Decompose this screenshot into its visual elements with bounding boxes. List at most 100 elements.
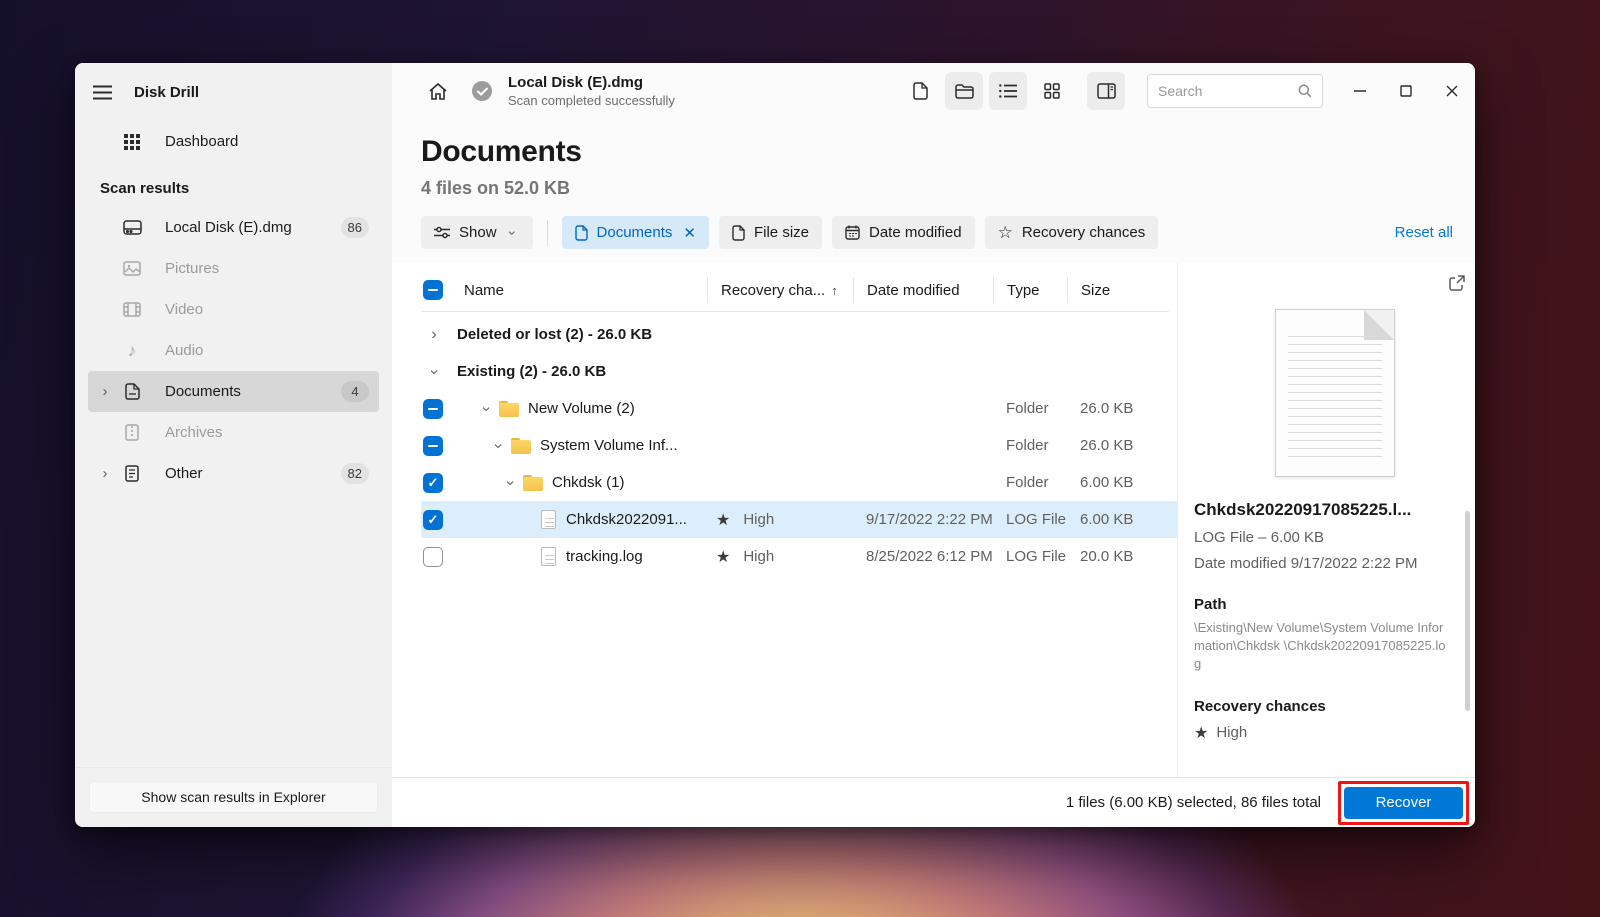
detail-type-size: LOG File – 6.00 KB — [1194, 529, 1325, 546]
file-table: Name Recovery cha... ↑ Date modified Typ… — [392, 263, 1177, 777]
detail-recovery-label: Recovery chances — [1194, 697, 1326, 715]
chevron-down-icon[interactable]: › — [478, 402, 495, 416]
folder-view-icon[interactable] — [945, 72, 983, 110]
filter-chip-file-size[interactable]: File size — [718, 216, 822, 249]
table-row[interactable]: › Deleted or lost (2) - 26.0 KB — [421, 316, 1177, 353]
sidebar-item-label: Audio — [165, 342, 204, 359]
show-in-explorer-button[interactable]: Show scan results in Explorer — [89, 781, 378, 813]
search-input[interactable] — [1158, 83, 1298, 99]
scan-subtitle: Scan completed successfully — [508, 92, 675, 108]
document-icon — [122, 383, 142, 400]
file-name: Chkdsk (1) — [552, 474, 625, 491]
home-icon[interactable] — [428, 82, 450, 101]
scan-title: Local Disk (E).dmg — [508, 74, 644, 92]
chevron-right-icon[interactable]: › — [98, 466, 112, 481]
star-icon: ★ — [1194, 724, 1209, 742]
column-header-date[interactable]: Date modified — [853, 277, 993, 303]
maximize-button[interactable] — [1383, 72, 1429, 110]
table-row[interactable]: › Chkdsk (1) Folder 6.00 KB — [421, 464, 1177, 501]
file-preview-thumbnail — [1274, 309, 1395, 477]
detail-recovery-value: ★ High — [1194, 723, 1475, 743]
document-icon — [732, 224, 745, 241]
file-view-icon[interactable] — [901, 72, 939, 110]
file-size: 6.00 KB — [1080, 511, 1134, 528]
filter-chip-recovery-chances[interactable]: ☆ Recovery chances — [984, 216, 1159, 249]
sidebar-item-label: Dashboard — [165, 133, 239, 150]
sidebar-item-pictures[interactable]: Pictures — [88, 248, 379, 289]
chevron-right-icon[interactable]: › — [427, 326, 441, 343]
recover-button[interactable]: Recover — [1344, 786, 1463, 819]
sidebar-item-audio[interactable]: ♪ Audio — [88, 330, 379, 371]
titlebar: Local Disk (E).dmg Scan completed succes… — [392, 63, 1475, 119]
file-type: Folder — [1006, 474, 1049, 491]
disk-drill-window: Disk Drill Dashboard Scan results Local … — [75, 63, 1475, 827]
list-view-icon[interactable] — [989, 72, 1027, 110]
file-name: System Volume Inf... — [540, 437, 678, 454]
calendar-icon — [845, 225, 860, 240]
chevron-down-icon[interactable]: › — [426, 365, 443, 379]
page-title: Documents — [421, 135, 582, 168]
show-filter-button[interactable]: Show › — [421, 216, 533, 249]
column-header-type[interactable]: Type — [993, 277, 1067, 303]
file-size: 6.00 KB — [1080, 474, 1134, 491]
chevron-down-icon[interactable]: › — [502, 476, 519, 490]
footer-bar: 1 files (6.00 KB) selected, 86 files tot… — [392, 777, 1475, 827]
preview-panel-icon[interactable] — [1087, 72, 1125, 110]
table-row[interactable]: tracking.log ★ High 8/25/2022 6:12 PM LO… — [421, 538, 1177, 575]
file-name: New Volume (2) — [528, 400, 635, 417]
column-header-size[interactable]: Size — [1067, 277, 1177, 303]
music-note-icon: ♪ — [127, 340, 137, 360]
filter-chip-documents[interactable]: Documents ✕ — [561, 216, 709, 249]
file-type: Folder — [1006, 400, 1049, 417]
details-panel: Chkdsk20220917085225.l... LOG File – 6.0… — [1177, 263, 1475, 777]
count-badge: 86 — [340, 217, 369, 238]
close-icon[interactable]: ✕ — [683, 224, 696, 242]
sidebar-bottom: Show scan results in Explorer — [75, 767, 392, 827]
filter-chip-date-modified[interactable]: Date modified — [832, 216, 975, 249]
sidebar-header: Disk Drill — [75, 63, 392, 115]
film-icon — [122, 302, 142, 317]
sidebar-item-dashboard[interactable]: Dashboard — [88, 121, 379, 162]
sidebar-item-label: Other — [165, 465, 203, 482]
sidebar-item-documents[interactable]: › Documents 4 — [88, 371, 379, 412]
detail-filename: Chkdsk20220917085225.l... — [1194, 500, 1412, 519]
close-button[interactable] — [1429, 72, 1475, 110]
row-checkbox[interactable] — [423, 472, 443, 493]
details-scrollbar[interactable] — [1465, 511, 1470, 711]
column-header-recovery[interactable]: Recovery cha... ↑ — [707, 277, 853, 303]
dashboard-grid-icon — [122, 133, 142, 150]
recovery-chance: High — [743, 511, 775, 528]
open-external-icon[interactable] — [1449, 275, 1465, 291]
table-row[interactable]: › New Volume (2) Folder 26.0 KB — [421, 390, 1177, 427]
chevron-down-icon[interactable]: › — [490, 439, 507, 453]
file-icon — [541, 510, 556, 529]
sidebar-item-archives[interactable]: Archives — [88, 412, 379, 453]
file-name: tracking.log — [566, 548, 643, 565]
sidebar-item-video[interactable]: Video — [88, 289, 379, 330]
sidebar-item-local-disk[interactable]: Local Disk (E).dmg 86 — [88, 207, 379, 248]
detail-path-value: \Existing\New Volume\System Volume Infor… — [1194, 620, 1446, 672]
chip-label: Documents — [596, 224, 673, 241]
content: Name Recovery cha... ↑ Date modified Typ… — [392, 263, 1475, 777]
minimize-button[interactable] — [1337, 72, 1383, 110]
selection-status: 1 files (6.00 KB) selected, 86 files tot… — [1065, 794, 1321, 811]
row-checkbox[interactable] — [423, 435, 443, 456]
sidebar-item-other[interactable]: › Other 82 — [88, 453, 379, 494]
table-row[interactable]: › Existing (2) - 26.0 KB — [421, 353, 1177, 390]
chip-label: Recovery chances — [1021, 224, 1146, 241]
recovery-chance: High — [1216, 724, 1248, 742]
chevron-right-icon[interactable]: › — [98, 384, 112, 399]
reset-all-link[interactable]: Reset all — [1395, 224, 1453, 241]
sidebar-item-label: Archives — [165, 424, 223, 441]
grid-view-icon[interactable] — [1033, 72, 1071, 110]
star-icon: ★ — [716, 548, 731, 566]
hamburger-menu-icon[interactable] — [91, 83, 113, 101]
row-checkbox[interactable] — [423, 398, 443, 419]
table-row-selected[interactable]: Chkdsk2022091... ★ High 9/17/2022 2:22 P… — [421, 501, 1177, 538]
column-header-name[interactable]: Name — [457, 277, 707, 303]
select-all-checkbox[interactable] — [423, 280, 443, 300]
show-label: Show — [459, 224, 497, 241]
row-checkbox[interactable] — [423, 546, 443, 567]
table-row[interactable]: › System Volume Inf... Folder 26.0 KB — [421, 427, 1177, 464]
row-checkbox[interactable] — [423, 509, 443, 530]
